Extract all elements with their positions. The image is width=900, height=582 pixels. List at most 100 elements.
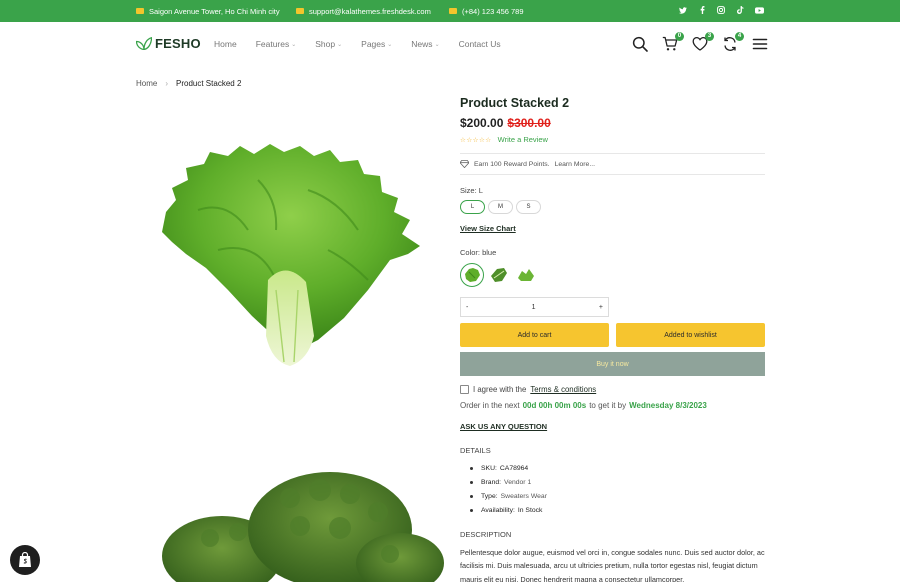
buy-now-button[interactable]: Buy it now (460, 352, 765, 376)
search-icon[interactable] (632, 36, 648, 52)
spec-key: Type: (481, 492, 498, 500)
header-actions: 0 3 4 (632, 32, 768, 52)
nav-item-home[interactable]: Home (214, 39, 237, 49)
email-text[interactable]: support@kalathemes.freshdesk.com (309, 7, 431, 16)
action-buttons: Add to cart Added to wishlist (460, 323, 765, 347)
star-rating-icon: ☆☆☆☆☆ (460, 136, 492, 144)
facebook-icon[interactable] (697, 6, 707, 16)
price-row: $200.00 $300.00 (460, 116, 765, 130)
breadcrumb-home[interactable]: Home (136, 79, 157, 88)
compare-button[interactable]: 4 (722, 32, 744, 52)
youtube-icon[interactable] (754, 6, 764, 16)
list-item: Brand: Vendor 1 (470, 475, 765, 489)
shopify-badge[interactable] (10, 545, 40, 575)
social-links (678, 0, 764, 22)
list-item: Availability: In Stock (470, 504, 765, 518)
spec-value: In Stock (517, 507, 543, 515)
description-heading: DESCRIPTION (460, 529, 512, 539)
chevron-down-icon: ⌄ (337, 41, 343, 48)
phone-info[interactable]: (+84) 123 456 789 (449, 0, 524, 22)
write-review-link[interactable]: Write a Review (498, 135, 548, 144)
product-image-broccoli[interactable] (150, 468, 446, 582)
learn-more-link[interactable]: Learn More... (555, 161, 595, 168)
phone-text[interactable]: (+84) 123 456 789 (462, 7, 524, 16)
color-swatch-1[interactable] (460, 263, 484, 287)
site-header: FESHO Home Features ⌄ Shop ⌄ Pages ⌄ News ⌄ … (0, 22, 900, 72)
nav-item-news[interactable]: News ⌄ (411, 39, 439, 49)
details-list: SKU: CA78964 Brand: Vendor 1 Type: Sweaters… (460, 461, 765, 518)
diamond-icon (460, 160, 469, 168)
breadcrumb-current: Product Stacked 2 (176, 79, 242, 88)
leaf-logo-icon (136, 37, 152, 50)
cart-button[interactable]: 0 (662, 32, 684, 52)
nav-label: Contact Us (458, 39, 501, 49)
list-item: Type: Sweaters Wear (470, 489, 765, 503)
main-nav: Home Features ⌄ Shop ⌄ Pages ⌄ News ⌄ Contac… (214, 39, 520, 49)
nav-label: Shop (315, 39, 336, 49)
color-swatch-3[interactable] (514, 263, 538, 287)
email-info[interactable]: support@kalathemes.freshdesk.com (296, 0, 431, 22)
order-prefix: Order in the next (460, 401, 520, 410)
chevron-right-icon: › (165, 79, 169, 88)
logo-text: FESHO (155, 36, 201, 51)
menu-icon[interactable] (752, 36, 768, 52)
details-heading: DETAILS (460, 446, 491, 455)
size-option-m[interactable]: M (488, 200, 513, 214)
delivery-date: Wednesday 8/3/2023 (629, 401, 707, 410)
spec-key: SKU: (481, 464, 497, 472)
terms-agreement: I agree with the Terms & conditions (460, 385, 765, 394)
quantity-stepper: - 1 + (460, 297, 609, 317)
mail-icon (296, 8, 304, 14)
wishlist-button[interactable]: 3 (692, 32, 714, 52)
add-to-wishlist-button[interactable]: Added to wishlist (616, 323, 765, 347)
reward-text: Earn 100 Reward Points. (474, 160, 550, 168)
twitter-icon[interactable] (678, 6, 688, 16)
nav-item-pages[interactable]: Pages ⌄ (361, 39, 392, 49)
price: $200.00 (460, 116, 504, 130)
terms-checkbox[interactable] (460, 385, 469, 394)
countdown-timer: 00d 00h 00m 00s (522, 401, 587, 410)
size-label: Size: L (460, 186, 483, 195)
delivery-countdown: Order in the next 00d 00h 00m 00s to get… (460, 401, 765, 410)
size-option-s[interactable]: S (516, 200, 541, 214)
terms-link[interactable]: Terms & conditions (530, 385, 596, 394)
tiktok-icon[interactable] (735, 6, 745, 16)
nav-item-shop[interactable]: Shop ⌄ (315, 39, 342, 49)
spec-key: Brand: (481, 478, 502, 486)
instagram-icon[interactable] (716, 6, 726, 16)
rating-row: ☆☆☆☆☆ Write a Review (460, 135, 765, 144)
top-bar: Saigon Avenue Tower, Ho Chi Minh city su… (0, 0, 900, 22)
address-info: Saigon Avenue Tower, Ho Chi Minh city (136, 0, 280, 22)
product-title: Product Stacked 2 (460, 96, 570, 110)
spec-key: Availability: (481, 507, 515, 515)
reward-points: Earn 100 Reward Points. Learn More... (460, 153, 765, 175)
nav-item-contact[interactable]: Contact Us (459, 39, 501, 49)
view-size-chart-link[interactable]: View Size Chart (460, 224, 516, 233)
size-options: L M S (460, 200, 765, 214)
qty-increase-button[interactable]: + (599, 304, 603, 311)
phone-icon (449, 8, 457, 14)
ask-question-link[interactable]: ASK US ANY QUESTION (460, 422, 547, 431)
address-text: Saigon Avenue Tower, Ho Chi Minh city (149, 6, 280, 16)
product-details: Product Stacked 2 $200.00 $300.00 ☆☆☆☆☆ … (460, 96, 765, 582)
order-mid: to get it by (589, 401, 627, 410)
add-to-cart-button[interactable]: Add to cart (460, 323, 609, 347)
color-swatch-2[interactable] (487, 263, 511, 287)
nav-label: Home (214, 39, 237, 49)
nav-item-features[interactable]: Features ⌄ (256, 39, 297, 49)
product-image-lettuce[interactable] (158, 140, 426, 372)
qty-decrease-button[interactable]: - (466, 304, 468, 311)
map-icon (136, 8, 144, 14)
breadcrumb: Home › Product Stacked 2 (136, 79, 241, 88)
nav-label: Features (255, 39, 290, 49)
spec-value: CA78964 (499, 464, 529, 472)
shopping-bag-icon (19, 552, 31, 567)
cart-count-badge: 0 (675, 32, 684, 41)
logo[interactable]: FESHO (136, 36, 201, 51)
spec-value: Vendor 1 (504, 478, 532, 486)
spec-value: Sweaters Wear (500, 492, 547, 500)
compare-count-badge: 4 (735, 32, 744, 41)
size-option-l[interactable]: L (460, 200, 485, 214)
chevron-down-icon: ⌄ (387, 41, 393, 48)
quantity-input[interactable]: 1 (532, 304, 536, 311)
